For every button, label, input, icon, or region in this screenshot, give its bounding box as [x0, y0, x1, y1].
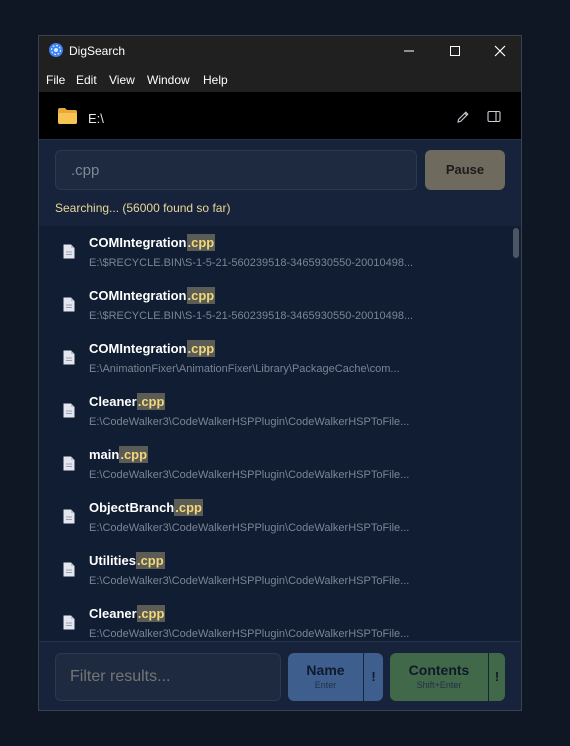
file-icon — [63, 297, 75, 312]
result-file-stem: Utilities — [89, 553, 136, 568]
name-button-shortcut: Enter — [314, 680, 337, 690]
results-list[interactable]: COMIntegration.cpp E:\$RECYCLE.BIN\S-1-5-… — [39, 226, 521, 641]
file-icon — [63, 350, 75, 365]
name-button-label: Name — [306, 662, 345, 678]
result-match-highlight: .cpp — [119, 446, 149, 463]
file-icon — [63, 615, 75, 630]
result-file-name: Cleaner.cpp — [89, 605, 166, 622]
filter-results-input[interactable] — [55, 653, 281, 701]
result-file-path: E:\CodeWalker3\CodeWalkerHSPPlugin\CodeW… — [89, 575, 410, 587]
menu-file[interactable]: File — [46, 73, 65, 87]
file-icon — [63, 456, 75, 471]
result-file-name: COMIntegration.cpp — [89, 287, 216, 304]
close-icon — [494, 45, 506, 57]
file-icon — [63, 244, 75, 259]
maximize-button[interactable] — [432, 36, 478, 66]
result-row[interactable]: Cleaner.cpp E:\CodeWalker3\CodeWalkerHSPP… — [39, 385, 509, 438]
window-title: DigSearch — [69, 44, 126, 58]
result-file-stem: COMIntegration — [89, 235, 187, 250]
result-row[interactable]: Utilities.cpp E:\CodeWalker3\CodeWalkerHS… — [39, 544, 509, 597]
result-file-name: COMIntegration.cpp — [89, 234, 216, 251]
menu-view[interactable]: View — [109, 73, 135, 87]
pause-button[interactable]: Pause — [425, 150, 505, 190]
result-match-highlight: .cpp — [186, 340, 216, 357]
result-row[interactable]: ObjectBranch.cpp E:\CodeWalker3\CodeWalke… — [39, 491, 509, 544]
result-file-stem: Cleaner — [89, 606, 137, 621]
close-button[interactable] — [477, 36, 521, 66]
result-match-highlight: .cpp — [135, 552, 165, 569]
result-file-name: COMIntegration.cpp — [89, 340, 216, 357]
contents-button-shortcut: Shift+Enter — [416, 680, 462, 690]
result-row[interactable]: COMIntegration.cpp E:\AnimationFixer\Anim… — [39, 332, 509, 385]
result-match-highlight: .cpp — [186, 287, 216, 304]
current-path: E:\ — [88, 111, 104, 126]
result-file-path: E:\$RECYCLE.BIN\S-1-5-21-560239518-34659… — [89, 310, 414, 322]
contents-button-label: Contents — [408, 662, 470, 678]
menu-edit[interactable]: Edit — [76, 73, 97, 87]
maximize-icon — [450, 46, 460, 56]
result-file-path: E:\$RECYCLE.BIN\S-1-5-21-560239518-34659… — [89, 257, 414, 269]
side-panel-icon[interactable] — [487, 110, 501, 123]
file-icon — [63, 562, 75, 577]
result-file-path: E:\CodeWalker3\CodeWalkerHSPPlugin\CodeW… — [89, 469, 410, 481]
folder-icon — [58, 108, 77, 124]
search-status: Searching... (56000 found so far) — [55, 201, 231, 215]
result-file-name: main.cpp — [89, 446, 149, 463]
result-file-stem: COMIntegration — [89, 288, 187, 303]
result-file-name: Cleaner.cpp — [89, 393, 166, 410]
result-file-stem: Cleaner — [89, 394, 137, 409]
name-options-button[interactable]: ! — [364, 653, 383, 701]
search-input[interactable] — [55, 150, 417, 190]
result-file-path: E:\AnimationFixer\AnimationFixer\Library… — [89, 363, 400, 375]
result-match-highlight: .cpp — [136, 605, 166, 622]
bottom-bar: Name Enter ! Contents Shift+Enter ! — [39, 641, 521, 710]
result-row[interactable]: Cleaner.cpp E:\CodeWalker3\CodeWalkerHSPP… — [39, 597, 509, 641]
search-contents-button[interactable]: Contents Shift+Enter — [390, 653, 488, 701]
result-match-highlight: .cpp — [136, 393, 166, 410]
result-row[interactable]: COMIntegration.cpp E:\$RECYCLE.BIN\S-1-5-… — [39, 226, 509, 279]
result-file-name: Utilities.cpp — [89, 552, 165, 569]
scrollbar-thumb[interactable] — [513, 228, 519, 258]
result-file-path: E:\CodeWalker3\CodeWalkerHSPPlugin\CodeW… — [89, 628, 410, 640]
minimize-icon — [404, 50, 414, 52]
menu-window[interactable]: Window — [147, 73, 190, 87]
menu-help[interactable]: Help — [203, 73, 228, 87]
result-file-path: E:\CodeWalker3\CodeWalkerHSPPlugin\CodeW… — [89, 522, 410, 534]
result-match-highlight: .cpp — [186, 234, 216, 251]
contents-options-button[interactable]: ! — [489, 653, 505, 701]
result-row[interactable]: COMIntegration.cpp E:\$RECYCLE.BIN\S-1-5-… — [39, 279, 509, 332]
path-bar: E:\ — [39, 92, 521, 140]
menu-bar: File Edit View Window Help — [39, 66, 521, 92]
file-icon — [63, 509, 75, 524]
file-icon — [63, 403, 75, 418]
result-file-stem: ObjectBranch — [89, 500, 175, 515]
search-by-name-button[interactable]: Name Enter — [288, 653, 363, 701]
result-file-name: ObjectBranch.cpp — [89, 499, 203, 516]
title-bar[interactable]: DigSearch — [39, 36, 521, 66]
result-row[interactable]: main.cpp E:\CodeWalker3\CodeWalkerHSPPlug… — [39, 438, 509, 491]
result-file-stem: main — [89, 447, 120, 462]
app-window: DigSearch File Edit View Window Help E:\ — [38, 35, 522, 711]
result-match-highlight: .cpp — [174, 499, 203, 516]
result-file-stem: COMIntegration — [89, 341, 187, 356]
minimize-button[interactable] — [386, 36, 432, 66]
result-file-path: E:\CodeWalker3\CodeWalkerHSPPlugin\CodeW… — [89, 416, 410, 428]
edit-pencil-icon[interactable] — [456, 110, 470, 124]
app-logo-icon — [49, 43, 63, 57]
